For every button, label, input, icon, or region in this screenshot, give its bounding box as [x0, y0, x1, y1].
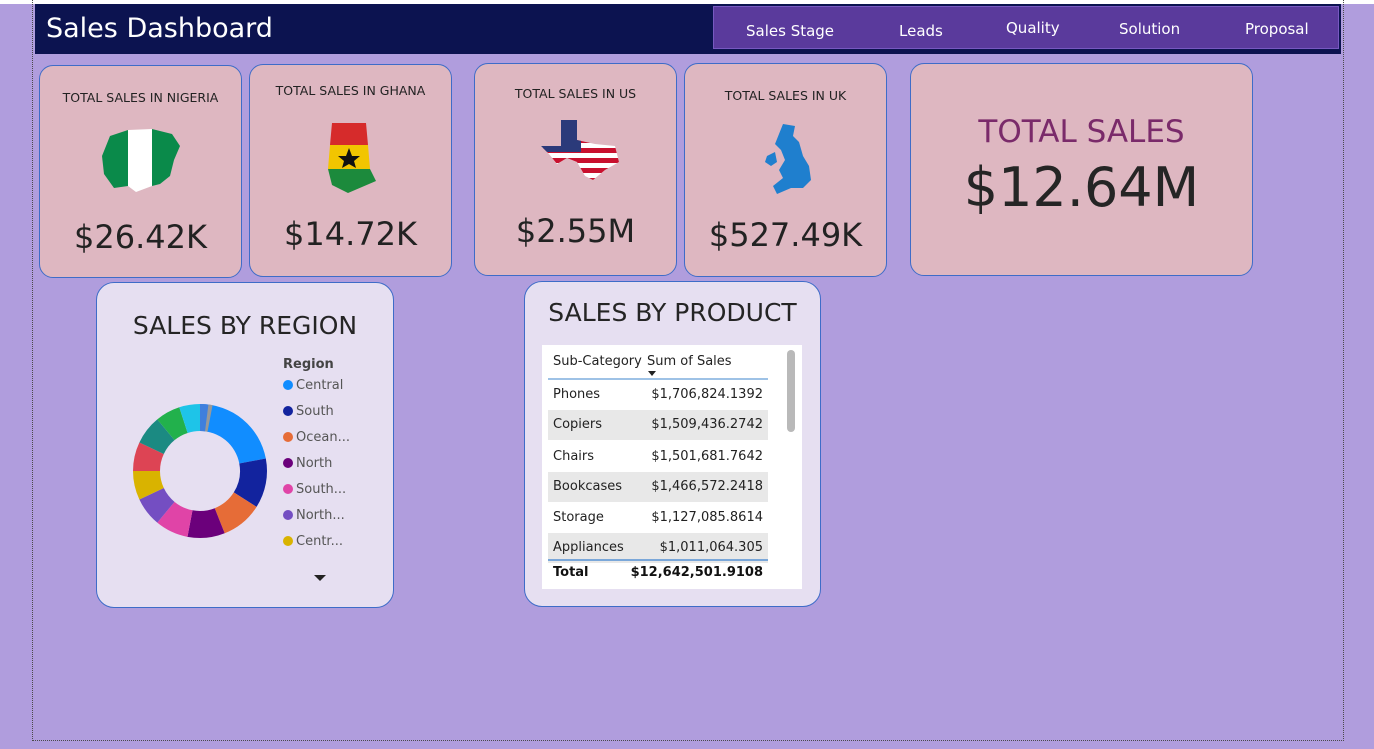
nigeria-map-icon — [102, 129, 180, 192]
legend-label: Centr... — [296, 534, 343, 549]
card-uk: TOTAL SALES IN UK $527.49K — [684, 63, 887, 277]
nav-sales-stage[interactable]: Sales Stage — [746, 22, 834, 40]
column-header-subcategory[interactable]: Sub-Category — [553, 354, 642, 369]
legend-item-oceania[interactable]: Ocean... — [283, 430, 350, 448]
region-title: SALES BY REGION — [132, 311, 358, 340]
row-value: $1,706,824.1392 — [651, 387, 763, 402]
row-name: Chairs — [553, 449, 595, 464]
card-nigeria-label: TOTAL SALES IN NIGERIA — [62, 90, 219, 105]
row-name: Storage — [553, 510, 604, 525]
legend-label: North... — [296, 508, 345, 523]
table-row[interactable]: Chairs $1,501,681.7642 — [548, 442, 768, 472]
legend-dot — [283, 484, 293, 494]
table-row[interactable]: Copiers $1,509,436.2742 — [548, 410, 768, 440]
legend-label: North — [296, 456, 333, 471]
legend-dot — [283, 510, 293, 520]
legend-dot — [283, 432, 293, 442]
total-name: Total — [553, 565, 589, 580]
legend-item-south[interactable]: South — [283, 404, 334, 422]
row-value: $1,011,064.305 — [659, 540, 763, 555]
legend-item-north-2[interactable]: North... — [283, 508, 345, 526]
sort-descending-icon[interactable] — [648, 371, 656, 376]
total-divider — [548, 559, 768, 561]
sales-by-region-panel: SALES BY REGION Region Central South Oce… — [96, 282, 394, 608]
legend-dot — [283, 406, 293, 416]
total-sales-value: $12.64M — [963, 156, 1200, 219]
table-row[interactable]: Phones $1,706,824.1392 — [548, 380, 768, 410]
row-name: Appliances — [553, 540, 624, 555]
card-ghana-label: TOTAL SALES IN GHANA — [275, 83, 426, 98]
row-value: $1,501,681.7642 — [651, 449, 763, 464]
card-nigeria: TOTAL SALES IN NIGERIA $26.42K — [39, 65, 242, 278]
legend-item-central[interactable]: Central — [283, 378, 343, 396]
header-bar: Sales Dashboard Sales Stage Leads Qualit… — [35, 4, 1341, 56]
total-sales-label: TOTAL SALES — [978, 114, 1185, 150]
ghana-map-icon — [328, 123, 376, 193]
nav-proposal[interactable]: Proposal — [1245, 20, 1309, 38]
card-us-value: $2.55M — [515, 212, 636, 250]
row-value: $1,466,572.2418 — [651, 479, 763, 494]
legend-label: Ocean... — [296, 430, 350, 445]
sales-by-product-panel: SALES BY PRODUCT Sub-Category Sum of Sal… — [524, 281, 821, 607]
row-name: Copiers — [553, 417, 603, 432]
card-ghana-value: $14.72K — [284, 215, 417, 253]
table-scrollbar[interactable] — [787, 350, 795, 432]
page-title: Sales Dashboard — [46, 13, 273, 44]
table-row[interactable]: Bookcases $1,466,572.2418 — [548, 472, 768, 502]
region-donut-chart[interactable] — [132, 403, 268, 539]
card-nigeria-value: $26.42K — [74, 218, 207, 256]
card-ghana: TOTAL SALES IN GHANA $14.72K — [249, 64, 452, 277]
product-table: Sub-Category Sum of Sales Phones $1,706,8… — [542, 345, 802, 589]
row-value: $1,127,085.8614 — [651, 510, 763, 525]
legend-item-north[interactable]: North — [283, 456, 332, 474]
legend-scroll-down-icon[interactable] — [314, 575, 326, 581]
legend-dot — [283, 536, 293, 546]
product-title: SALES BY PRODUCT — [548, 298, 797, 327]
legend-label: South — [296, 404, 334, 419]
legend-item-central-2[interactable]: Centr... — [283, 534, 343, 552]
row-value: $1,509,436.2742 — [651, 417, 763, 432]
table-row[interactable]: Storage $1,127,085.8614 — [548, 503, 768, 533]
card-uk-value: $527.49K — [708, 216, 863, 254]
card-us-label: TOTAL SALES IN US — [514, 86, 637, 101]
nav-bar: Sales Stage Leads Quality Solution Propo… — [713, 6, 1339, 49]
uk-map-icon — [765, 124, 811, 194]
card-us: TOTAL SALES IN US $2.55M — [474, 63, 677, 276]
legend-dot — [283, 380, 293, 390]
nav-solution[interactable]: Solution — [1119, 20, 1180, 38]
texas-us-flag-map-icon — [541, 120, 619, 180]
legend-label: Central — [296, 378, 344, 393]
card-total-sales: TOTAL SALES $12.64M — [910, 63, 1253, 276]
legend-dot — [283, 458, 293, 468]
legend-label: South... — [296, 482, 347, 497]
region-legend-title: Region — [283, 357, 334, 372]
total-value: $12,642,501.9108 — [630, 565, 763, 580]
row-name: Bookcases — [553, 479, 623, 494]
nav-leads[interactable]: Leads — [899, 22, 943, 40]
card-uk-label: TOTAL SALES IN UK — [724, 88, 847, 103]
legend-item-south-2[interactable]: South... — [283, 482, 346, 500]
row-name: Phones — [553, 387, 601, 402]
column-header-sum-of-sales[interactable]: Sum of Sales — [647, 354, 732, 369]
nav-quality[interactable]: Quality — [1006, 19, 1060, 37]
